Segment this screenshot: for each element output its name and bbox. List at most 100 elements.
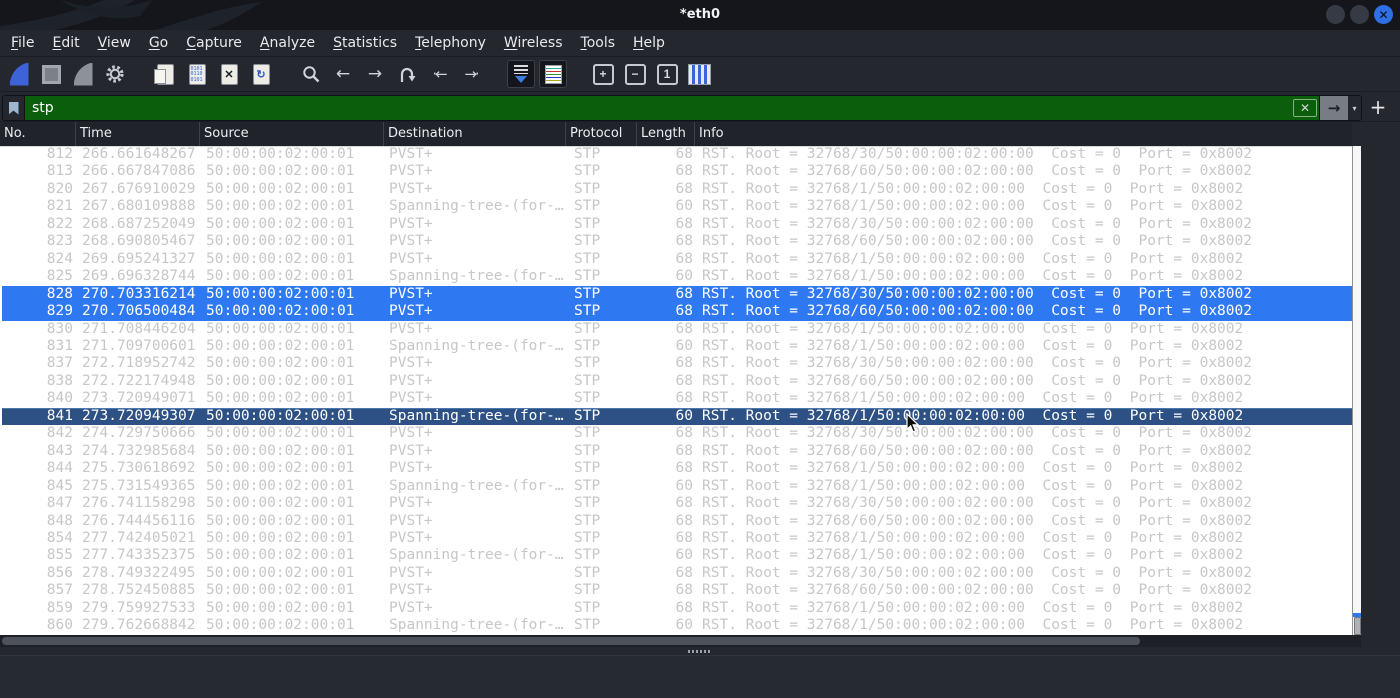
packet-row[interactable]: 842 274.729750666 50:00:00:02:00:01 PVST… (2, 425, 1352, 442)
horizontal-scrollbar-thumb[interactable] (2, 637, 1140, 645)
packet-source: 50:00:00:02:00:01 (206, 215, 355, 232)
horizontal-scrollbar[interactable] (0, 635, 1361, 647)
packet-row[interactable]: 844 275.730618692 50:00:00:02:00:01 PVST… (2, 460, 1352, 477)
restart-capture-button[interactable] (68, 59, 98, 89)
packet-row[interactable]: 831 271.709700601 50:00:00:02:00:01 Span… (2, 338, 1352, 355)
packet-info: RST. Root = 32768/60/50:00:00:02:00:00 C… (702, 512, 1252, 529)
menu-edit[interactable]: Edit (43, 30, 88, 56)
packet-row[interactable]: 848 276.744456116 50:00:00:02:00:01 PVST… (2, 513, 1352, 530)
filter-bookmark-button[interactable] (3, 96, 25, 120)
start-capture-button[interactable] (4, 59, 34, 89)
close-file-button[interactable]: ✕ (214, 59, 244, 89)
save-file-button[interactable]: 0101 0110 0101 (182, 59, 212, 89)
clear-x-icon: ✕ (1299, 101, 1311, 115)
packet-row[interactable]: 813 266.667847086 50:00:00:02:00:01 PVST… (2, 163, 1352, 180)
capture-options-button[interactable] (100, 59, 130, 89)
menu-analyze[interactable]: Analyze (251, 30, 324, 56)
find-packet-button[interactable] (296, 59, 326, 89)
packet-row[interactable]: 845 275.731549365 50:00:00:02:00:01 Span… (2, 478, 1352, 495)
bookmark-icon (8, 101, 19, 115)
column-header-length[interactable]: Length (637, 122, 695, 146)
column-header-info[interactable]: Info (695, 122, 1352, 146)
packet-row[interactable]: 812 266.661648267 50:00:00:02:00:01 PVST… (2, 146, 1352, 163)
intelligent-scrollbar[interactable] (1352, 146, 1361, 635)
packet-length: 68 (675, 460, 693, 477)
column-header-protocol[interactable]: Protocol (566, 122, 637, 146)
packet-row[interactable]: 841 273.720949307 50:00:00:02:00:01 Span… (2, 407, 1352, 426)
filter-clear-button[interactable]: ✕ (1293, 99, 1317, 117)
go-first-packet-button[interactable]: ·← (424, 59, 454, 89)
packet-row[interactable]: 829 270.706500484 50:00:00:02:00:01 PVST… (2, 303, 1352, 321)
menu-item-label: Statistics (333, 35, 398, 51)
menu-statistics[interactable]: Statistics (324, 30, 406, 56)
packet-row[interactable]: 838 272.722174948 50:00:00:02:00:01 PVST… (2, 373, 1352, 390)
column-header-time[interactable]: Time (76, 122, 200, 146)
filter-input[interactable] (25, 100, 1293, 116)
packet-row[interactable]: 859 279.759927533 50:00:00:02:00:01 PVST… (2, 600, 1352, 617)
packet-row[interactable]: 821 267.680109888 50:00:00:02:00:01 Span… (2, 198, 1352, 215)
resize-columns-button[interactable] (684, 59, 714, 89)
go-back-button[interactable]: ← (328, 59, 358, 89)
column-header-no[interactable]: No. (0, 122, 76, 146)
packet-no: 837 (46, 355, 73, 372)
menu-tools[interactable]: Tools (572, 30, 625, 56)
zoom-in-button[interactable]: + (588, 59, 618, 89)
packet-row[interactable]: 855 277.743352375 50:00:00:02:00:01 Span… (2, 547, 1352, 564)
packet-time: 276.744456116 (82, 512, 196, 529)
packet-protocol: STP (574, 564, 601, 581)
packet-row[interactable]: 847 276.741158298 50:00:00:02:00:01 PVST… (2, 495, 1352, 512)
packet-row[interactable]: 856 278.749322495 50:00:00:02:00:01 PVST… (2, 565, 1352, 582)
packet-info: RST. Root = 32768/1/50:00:00:02:00:00 Co… (702, 337, 1244, 354)
packet-row[interactable]: 854 277.742405021 50:00:00:02:00:01 PVST… (2, 530, 1352, 547)
auto-scroll-button[interactable] (506, 59, 536, 89)
maximize-button[interactable] (1350, 5, 1369, 24)
go-to-packet-button[interactable] (392, 59, 422, 89)
filter-apply-button[interactable]: → (1319, 96, 1348, 120)
menu-go[interactable]: Go (140, 30, 177, 56)
menu-file[interactable]: File (2, 30, 43, 56)
zoom-out-button[interactable]: − (620, 59, 650, 89)
packet-destination: PVST+ (389, 250, 433, 267)
packet-row[interactable]: 823 268.690805467 50:00:00:02:00:01 PVST… (2, 233, 1352, 250)
menu-wireless[interactable]: Wireless (495, 30, 572, 56)
packet-row[interactable]: 837 272.718952742 50:00:00:02:00:01 PVST… (2, 355, 1352, 372)
menu-capture[interactable]: Capture (177, 30, 251, 56)
filter-dropdown-button[interactable]: ▾ (1348, 96, 1361, 120)
packet-row[interactable]: 824 269.695241327 50:00:00:02:00:01 PVST… (2, 251, 1352, 268)
packet-row[interactable]: 840 273.720949071 50:00:00:02:00:01 PVST… (2, 390, 1352, 407)
stop-capture-button[interactable] (36, 59, 66, 89)
packet-no: 841 (46, 407, 73, 424)
go-forward-button[interactable]: → (360, 59, 390, 89)
menu-help[interactable]: Help (624, 30, 674, 56)
packet-destination: PVST+ (389, 460, 433, 477)
packet-protocol: STP (574, 425, 601, 442)
packet-info: RST. Root = 32768/30/50:00:00:02:00:00 C… (702, 215, 1252, 232)
packet-row[interactable]: 843 274.732985684 50:00:00:02:00:01 PVST… (2, 443, 1352, 460)
packet-destination: Spanning-tree-(for-… (389, 268, 564, 285)
packet-no: 813 (46, 163, 73, 180)
plus-icon: + (1369, 95, 1387, 119)
packet-row[interactable]: 822 268.687252049 50:00:00:02:00:01 PVST… (2, 216, 1352, 233)
scrollbar-thumb[interactable] (1353, 617, 1361, 635)
packet-row[interactable]: 825 269.696328744 50:00:00:02:00:01 Span… (2, 268, 1352, 285)
packet-row[interactable]: 820 267.676910029 50:00:00:02:00:01 PVST… (2, 181, 1352, 198)
colorize-button[interactable] (538, 59, 568, 89)
normal-size-button[interactable]: 1 (652, 59, 682, 89)
packet-row[interactable]: 828 270.703316214 50:00:00:02:00:01 PVST… (2, 285, 1352, 304)
go-last-packet-button[interactable]: →· (456, 59, 486, 89)
packet-row[interactable]: 830 271.708446204 50:00:00:02:00:01 PVST… (2, 321, 1352, 338)
open-file-button[interactable] (150, 59, 180, 89)
column-header-source[interactable]: Source (200, 122, 384, 146)
packet-row[interactable]: 857 278.752450885 50:00:00:02:00:01 PVST… (2, 582, 1352, 599)
packet-time: 267.680109888 (82, 198, 196, 215)
add-filter-button[interactable]: + (1367, 95, 1389, 119)
close-button[interactable]: ✕ (1374, 5, 1393, 24)
menu-view[interactable]: View (89, 30, 140, 56)
reload-file-button[interactable]: ↻ (246, 59, 276, 89)
packet-length: 68 (675, 564, 693, 581)
menu-telephony[interactable]: Telephony (406, 30, 495, 56)
minimize-button[interactable] (1326, 5, 1345, 24)
column-header-destination[interactable]: Destination (384, 122, 566, 146)
pane-splitter[interactable] (0, 647, 1400, 655)
packet-row[interactable]: 860 279.762668842 50:00:00:02:00:01 Span… (2, 617, 1352, 634)
